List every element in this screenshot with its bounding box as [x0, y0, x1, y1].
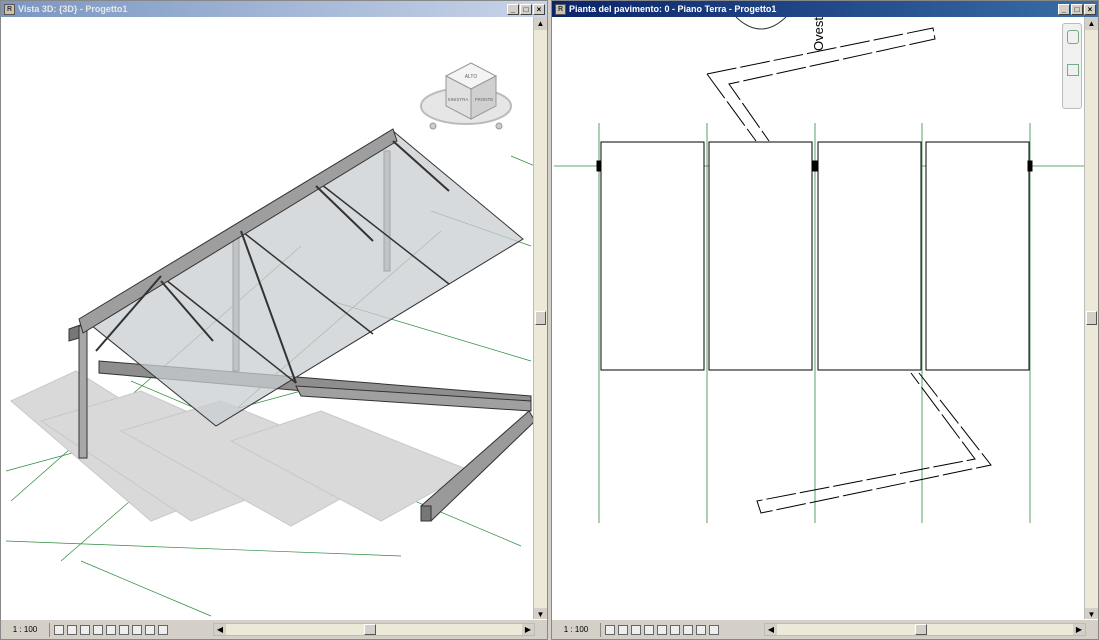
- viewcube[interactable]: ALTO SINISTRA FRONTE: [420, 62, 512, 130]
- reveal-hidden-icon[interactable]: [709, 624, 719, 635]
- zoom-icon[interactable]: [1067, 64, 1079, 76]
- shadows-icon[interactable]: [93, 624, 103, 635]
- lock-view-icon[interactable]: [132, 624, 142, 635]
- restore-button[interactable]: □: [1071, 3, 1083, 15]
- scroll-up-icon[interactable]: ▲: [1085, 17, 1098, 30]
- crop-icon[interactable]: [657, 624, 667, 635]
- viewcube-left-label[interactable]: SINISTRA: [448, 97, 469, 102]
- viewcube-front-label[interactable]: FRONTE: [475, 97, 494, 102]
- scroll-left-icon[interactable]: ◀: [214, 624, 226, 635]
- close-button[interactable]: ×: [533, 3, 545, 15]
- viewcube-top-label[interactable]: ALTO: [465, 74, 478, 80]
- floor-plan-vertical-scrollbar[interactable]: ▲ ▼: [1084, 17, 1098, 621]
- scroll-thumb[interactable]: [915, 624, 927, 635]
- close-button[interactable]: ×: [1084, 3, 1096, 15]
- glass-panels: [596, 141, 1033, 371]
- show-crop-icon[interactable]: [670, 624, 680, 635]
- floor-plan-window[interactable]: R Pianta del pavimento: 0 - Piano Terra …: [551, 0, 1099, 640]
- detail-level-icon[interactable]: [54, 624, 64, 635]
- visual-style-icon[interactable]: [618, 624, 628, 635]
- scroll-thumb[interactable]: [1086, 311, 1097, 325]
- scroll-right-icon[interactable]: ▶: [522, 624, 534, 635]
- view-3d-horizontal-scrollbar[interactable]: ◀ ▶: [213, 623, 535, 636]
- floor-plan-horizontal-scrollbar[interactable]: ◀ ▶: [764, 623, 1086, 636]
- view-3d-title: Vista 3D: {3D} - Progetto1: [18, 4, 128, 14]
- scroll-right-icon[interactable]: ▶: [1073, 624, 1085, 635]
- view-scale[interactable]: 1 : 100: [1, 622, 50, 637]
- view-3d-view-control-bar: 1 : 100 ◀ ▶: [1, 619, 547, 639]
- visual-style-icon[interactable]: [67, 624, 77, 635]
- navigation-bar[interactable]: [1062, 23, 1082, 109]
- view-3d-canvas[interactable]: ALTO SINISTRA FRONTE: [1, 17, 535, 621]
- crop-icon[interactable]: [106, 624, 116, 635]
- elevation-marker[interactable]: Ovest: [735, 17, 826, 51]
- floor-plan-canvas[interactable]: Ovest: [552, 17, 1086, 621]
- minimize-button[interactable]: _: [1058, 3, 1070, 15]
- floor-plan-view-control-bar: 1 : 100 ◀ ▶: [552, 619, 1098, 639]
- scroll-left-icon[interactable]: ◀: [765, 624, 777, 635]
- revit-app-icon: R: [4, 3, 15, 15]
- sun-path-icon[interactable]: [80, 624, 90, 635]
- floor-plan-title: Pianta del pavimento: 0 - Piano Terra - …: [569, 4, 777, 14]
- sun-path-icon[interactable]: [631, 624, 641, 635]
- scroll-thumb[interactable]: [364, 624, 376, 635]
- reveal-hidden-icon[interactable]: [158, 624, 168, 635]
- scroll-up-icon[interactable]: ▲: [534, 17, 547, 30]
- minimize-button[interactable]: _: [507, 3, 519, 15]
- steering-wheel-icon[interactable]: [1067, 30, 1079, 44]
- view-scale[interactable]: 1 : 100: [552, 622, 601, 637]
- view-3d-vertical-scrollbar[interactable]: ▲ ▼: [533, 17, 547, 621]
- show-crop-icon[interactable]: [119, 624, 129, 635]
- shadows-icon[interactable]: [644, 624, 654, 635]
- elevation-label[interactable]: Ovest: [811, 17, 826, 51]
- scroll-thumb[interactable]: [535, 311, 546, 325]
- view-3d-titlebar[interactable]: R Vista 3D: {3D} - Progetto1 _ □ ×: [1, 1, 547, 17]
- view-3d-window[interactable]: R Vista 3D: {3D} - Progetto1 _ □ × ALTO …: [0, 0, 548, 640]
- temp-hide-icon[interactable]: [696, 624, 706, 635]
- temp-hide-icon[interactable]: [145, 624, 155, 635]
- lock-view-icon[interactable]: [683, 624, 693, 635]
- detail-level-icon[interactable]: [605, 624, 615, 635]
- floor-plan-titlebar[interactable]: R Pianta del pavimento: 0 - Piano Terra …: [552, 1, 1098, 17]
- revit-app-icon: R: [555, 3, 566, 15]
- restore-button[interactable]: □: [520, 3, 532, 15]
